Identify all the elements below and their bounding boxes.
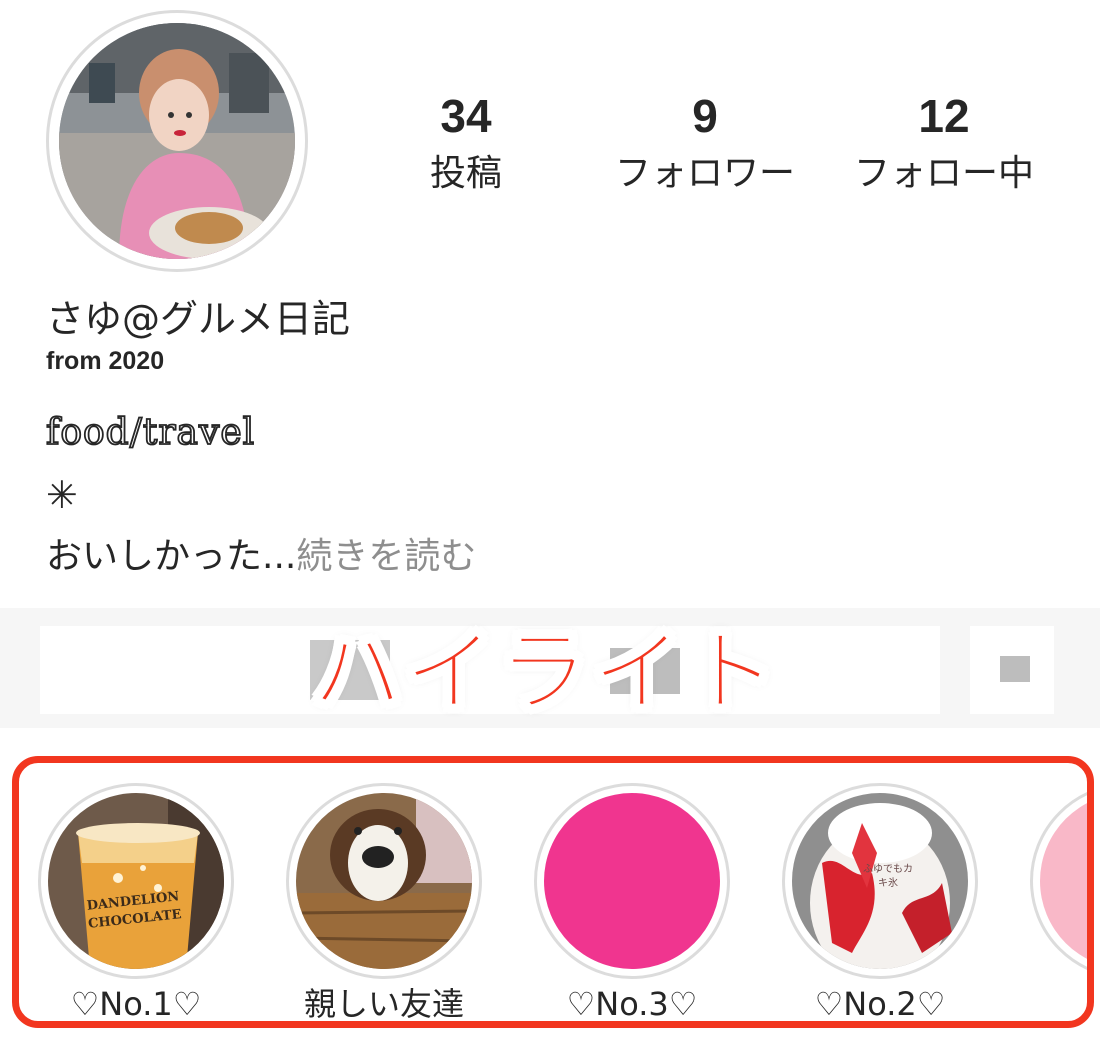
highlight-label: 親しい友達 [303, 985, 464, 1023]
highlight-cover-ring: ふゆでもカキ氷 [782, 783, 978, 979]
highlight-item-no3[interactable]: ♡No.3♡ [517, 783, 747, 1023]
highlight-label: ♡ [1013, 981, 1087, 1021]
posts-count: 34 [440, 90, 492, 142]
pink-solid-cover-icon [544, 793, 720, 969]
highlight-cover-ring: DANDELION CHOCOLATE [38, 783, 234, 979]
highlight-label: ♡No.1♡ [70, 985, 202, 1023]
dog-photo-icon [296, 793, 472, 969]
highlight-overlay-title: ハイライト [311, 619, 781, 726]
profile-page: 34 投稿 9 フォロワー 12 フォロー中 さゆ@グルメ日記 from 202… [0, 0, 1100, 1040]
stat-following[interactable]: 12 フォロー中 [824, 88, 1064, 204]
blurred-icon-block [1000, 656, 1030, 682]
profile-name: さゆ@グルメ日記 [46, 297, 351, 341]
bio-line-food-travel: food/travel [45, 411, 256, 454]
following-count: 12 [918, 90, 970, 142]
highlights-frame: DANDELION CHOCOLATE ♡No.1♡ 親しい友達 ♡No.3♡ … [12, 756, 1094, 1028]
highlight-item-close-friends[interactable]: 親しい友達 [269, 783, 499, 1023]
stat-posts[interactable]: 34 投稿 [346, 88, 586, 204]
highlight-cover-ring [286, 783, 482, 979]
avatar [59, 23, 295, 259]
read-more-link[interactable]: 続きを読む [296, 536, 476, 577]
profile-subtitle: from 2020 [46, 347, 165, 375]
highlight-label: ♡No.3♡ [566, 985, 698, 1023]
posts-label: 投稿 [429, 153, 502, 194]
stat-followers[interactable]: 9 フォロワー [585, 88, 825, 204]
highlight-item-partial[interactable]: ♡ [1013, 783, 1087, 1021]
bio-text: おいしかった... [46, 536, 297, 577]
highlight-item-no1[interactable]: DANDELION CHOCOLATE ♡No.1♡ [21, 783, 251, 1023]
highlight-cover-ring [534, 783, 730, 979]
shaved-ice-caption: ふゆでもカキ氷 [863, 864, 913, 889]
shaved-ice-photo-icon: ふゆでもカキ氷 [792, 793, 968, 969]
following-label: フォロー中 [853, 153, 1034, 194]
bio-line-more: おいしかった...続きを読む [46, 532, 476, 582]
highlight-cover-ring [1030, 783, 1087, 979]
followers-count: 9 [692, 90, 718, 142]
drink-cup-photo-icon: DANDELION CHOCOLATE [48, 793, 224, 969]
bio-line-star: ✳ [46, 473, 78, 517]
followers-label: フォロワー [614, 153, 795, 194]
profile-photo-icon [59, 23, 295, 259]
light-pink-cover-icon [1040, 793, 1087, 969]
highlight-item-no2[interactable]: ふゆでもカキ氷 ♡No.2♡ [765, 783, 995, 1023]
highlight-label: ♡No.2♡ [814, 985, 946, 1023]
profile-avatar[interactable] [46, 10, 308, 272]
